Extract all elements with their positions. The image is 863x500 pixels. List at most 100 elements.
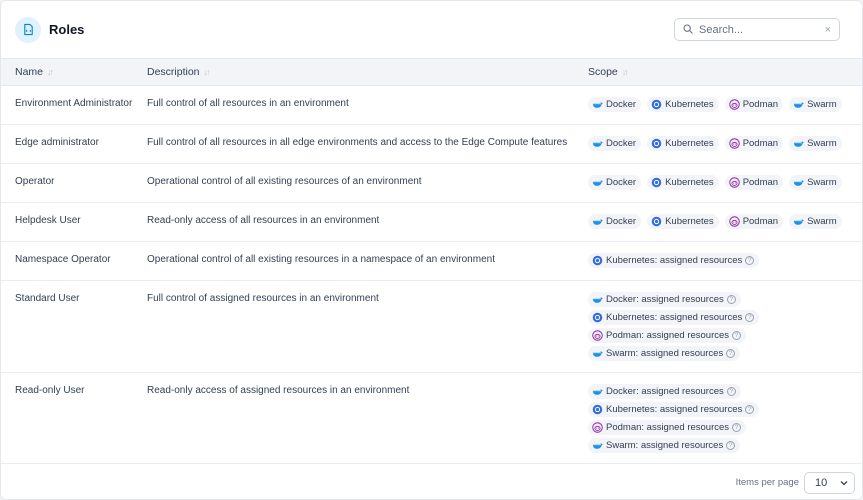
role-description: Read-only access of assigned resources i… xyxy=(147,385,410,396)
table-row[interactable]: Edge administrator Full control of all r… xyxy=(1,125,862,164)
scope-badge-swarm-assigned: Swarm: assigned resources? xyxy=(588,346,741,361)
scope-badge-podman: Podman xyxy=(724,175,784,190)
role-scope: Docker: assigned resources? Kubernetes: … xyxy=(588,384,760,456)
scope-badge-kubernetes: Kubernetes xyxy=(647,136,719,151)
table-row[interactable]: Namespace Operator Operational control o… xyxy=(1,242,862,281)
docker-icon xyxy=(592,99,603,110)
scope-label: Kubernetes xyxy=(665,177,714,188)
scope-badge-kubernetes-assigned: Kubernetes: assigned resources? xyxy=(588,402,760,417)
scope-badge-docker: Docker xyxy=(588,97,642,112)
scope-badge-swarm-assigned: Swarm: assigned resources? xyxy=(588,438,741,453)
kubernetes-icon xyxy=(651,138,662,149)
search-icon xyxy=(683,21,693,39)
help-icon[interactable]: ? xyxy=(726,387,736,396)
help-icon[interactable]: ? xyxy=(726,441,736,450)
docker-swarm-icon xyxy=(592,348,603,359)
scope-badge-podman: Podman xyxy=(724,214,784,229)
scope-label: Podman xyxy=(742,99,779,110)
table-row[interactable]: Environment Administrator Full control o… xyxy=(1,86,862,125)
scope-badge-kubernetes-assigned: Kubernetes: assigned resources? xyxy=(588,253,760,268)
role-scope: Docker Kubernetes Podman Swarm xyxy=(588,175,848,190)
role-scope: Docker Kubernetes Podman Swarm xyxy=(588,214,848,229)
help-icon[interactable]: ? xyxy=(732,423,742,432)
role-name: Operator xyxy=(15,176,55,187)
scope-label: Docker: assigned resources xyxy=(606,386,724,397)
scope-label: Podman xyxy=(742,177,779,188)
search-input[interactable] xyxy=(699,23,825,36)
page-title: Roles xyxy=(49,22,85,37)
scope-label: Podman xyxy=(742,216,779,227)
docker-swarm-icon xyxy=(793,138,804,149)
role-scope: Docker Kubernetes Podman Swarm xyxy=(588,97,848,112)
roles-card: Roles × Name ↓↑ Description ↓↑ Scope ↓↑ xyxy=(0,0,863,500)
docker-icon xyxy=(592,294,603,305)
column-header-scope-label: Scope xyxy=(588,66,618,78)
sort-icon[interactable]: ↓↑ xyxy=(47,67,54,77)
scope-label: Kubernetes: assigned resources xyxy=(606,404,743,415)
roles-file-icon xyxy=(15,16,41,43)
scope-badge-docker: Docker xyxy=(588,214,642,229)
help-icon[interactable]: ? xyxy=(732,331,742,340)
help-icon[interactable]: ? xyxy=(726,349,736,358)
chevron-down-icon xyxy=(840,477,848,489)
scope-badge-podman: Podman xyxy=(724,136,784,151)
scope-label: Swarm: assigned resources xyxy=(606,440,724,451)
scope-badge-docker-assigned: Docker: assigned resources? xyxy=(588,292,741,307)
docker-swarm-icon xyxy=(592,440,603,451)
scope-label: Kubernetes xyxy=(665,138,714,149)
role-description: Read-only access of all resources in an … xyxy=(147,215,380,226)
role-scope: Docker Kubernetes Podman Swarm xyxy=(588,136,848,151)
help-icon[interactable]: ? xyxy=(745,313,755,322)
role-name: Helpdesk User xyxy=(15,215,81,226)
role-scope: Docker: assigned resources? Kubernetes: … xyxy=(588,292,760,364)
podman-icon xyxy=(729,177,740,188)
docker-swarm-icon xyxy=(793,216,804,227)
sort-icon[interactable]: ↓↑ xyxy=(622,67,629,77)
column-header-scope[interactable]: Scope ↓↑ xyxy=(588,66,629,78)
items-per-page-value: 10 xyxy=(815,476,828,489)
scope-label: Swarm xyxy=(807,138,837,149)
column-header-description[interactable]: Description ↓↑ xyxy=(147,66,211,78)
scope-badge-docker: Docker xyxy=(588,136,642,151)
role-description: Full control of all resources in all edg… xyxy=(147,137,568,148)
podman-icon xyxy=(729,138,740,149)
search-box[interactable]: × xyxy=(674,18,840,41)
scope-label: Docker xyxy=(606,138,637,149)
scope-label: Swarm xyxy=(807,99,837,110)
scope-label: Podman: assigned resources xyxy=(606,422,730,433)
scope-label: Podman xyxy=(742,138,779,149)
scope-label: Docker xyxy=(606,99,637,110)
scope-badge-docker: Docker xyxy=(588,175,642,190)
role-name: Standard User xyxy=(15,293,80,304)
table-row[interactable]: Operator Operational control of all exis… xyxy=(1,164,862,203)
card-header: Roles × xyxy=(1,1,862,58)
role-scope: Kubernetes: assigned resources? xyxy=(588,253,765,268)
scope-badge-podman-assigned: Podman: assigned resources? xyxy=(588,328,747,343)
role-name: Environment Administrator xyxy=(15,98,133,109)
table-row[interactable]: Helpdesk User Read-only access of all re… xyxy=(1,203,862,242)
table-row[interactable]: Read-only User Read-only access of assig… xyxy=(1,373,862,464)
help-icon[interactable]: ? xyxy=(745,405,755,414)
scope-label: Docker xyxy=(606,177,637,188)
help-icon[interactable]: ? xyxy=(745,256,755,265)
scope-label: Kubernetes: assigned resources xyxy=(606,255,743,266)
kubernetes-icon xyxy=(651,177,662,188)
scope-label: Docker xyxy=(606,216,637,227)
podman-icon xyxy=(592,422,603,433)
scope-badge-podman-assigned: Podman: assigned resources? xyxy=(588,420,747,435)
podman-icon xyxy=(592,330,603,341)
podman-icon xyxy=(729,99,740,110)
role-name: Namespace Operator xyxy=(15,254,111,265)
scope-label: Docker: assigned resources xyxy=(606,294,724,305)
table-row[interactable]: Standard User Full control of assigned r… xyxy=(1,281,862,373)
title-wrap: Roles xyxy=(15,16,85,43)
clear-search-icon[interactable]: × xyxy=(825,24,831,36)
kubernetes-icon xyxy=(651,99,662,110)
scope-badge-swarm: Swarm xyxy=(789,214,842,229)
scope-badge-kubernetes: Kubernetes xyxy=(647,97,719,112)
items-per-page-select[interactable]: 10 xyxy=(804,471,855,494)
column-header-name[interactable]: Name ↓↑ xyxy=(15,66,54,78)
role-name: Read-only User xyxy=(15,385,85,396)
help-icon[interactable]: ? xyxy=(726,295,736,304)
sort-icon[interactable]: ↓↑ xyxy=(204,67,211,77)
